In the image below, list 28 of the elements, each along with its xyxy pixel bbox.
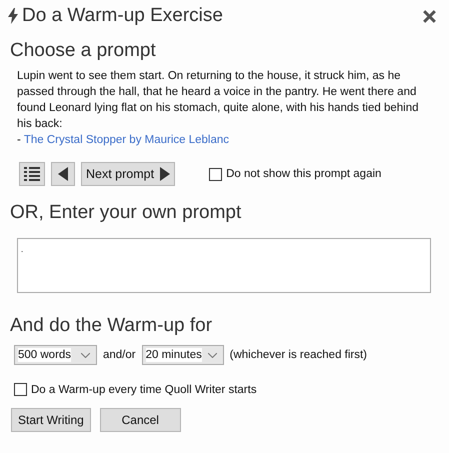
note-text: (whichever is reached first) <box>230 349 368 361</box>
list-icon <box>24 167 40 181</box>
minutes-dropdown[interactable]: 20 minutes <box>142 345 224 365</box>
chevron-down-icon <box>208 352 217 358</box>
left-triangle-icon <box>58 167 68 181</box>
checkbox[interactable] <box>209 168 222 180</box>
section-heading: OR, Enter your own prompt <box>10 202 242 224</box>
chevron-down-icon <box>81 352 90 358</box>
checkbox-label: Do not show this prompt again <box>226 168 382 180</box>
close-icon[interactable] <box>421 8 438 24</box>
window-title: Do a Warm-up Exercise <box>22 5 223 27</box>
checkbox[interactable] <box>14 383 27 396</box>
right-triangle-icon <box>160 167 170 181</box>
next-prompt-button[interactable]: Next prompt <box>81 162 176 186</box>
words-dropdown[interactable]: 500 words <box>14 345 97 365</box>
source-dash: - <box>17 134 21 146</box>
previous-button[interactable] <box>51 162 75 186</box>
list-button[interactable] <box>19 162 45 186</box>
section-heading: And do the Warm-up for <box>10 315 214 337</box>
lightning-icon <box>8 8 18 24</box>
section-heading: Choose a prompt <box>10 40 157 62</box>
prompt-text: Lupin went to see them start. On returning to the house, it struck him, as he passed through the hall, that he heard a voice in the pantry. He went there and found Leonard lying flat on his stomach, quite alone, with his hands tied behind his back: <box>17 69 420 132</box>
cancel-button[interactable]: Cancel <box>100 408 181 432</box>
joiner-text: and/or <box>103 349 136 361</box>
start-writing-button[interactable]: Start Writing <box>11 408 91 432</box>
source-link[interactable]: The Crystal Stopper by Maurice Leblanc <box>24 134 230 146</box>
checkbox-label: Do a Warm-up every time Quoll Writer starts <box>31 384 257 396</box>
prompt-input[interactable]: . <box>17 238 431 293</box>
